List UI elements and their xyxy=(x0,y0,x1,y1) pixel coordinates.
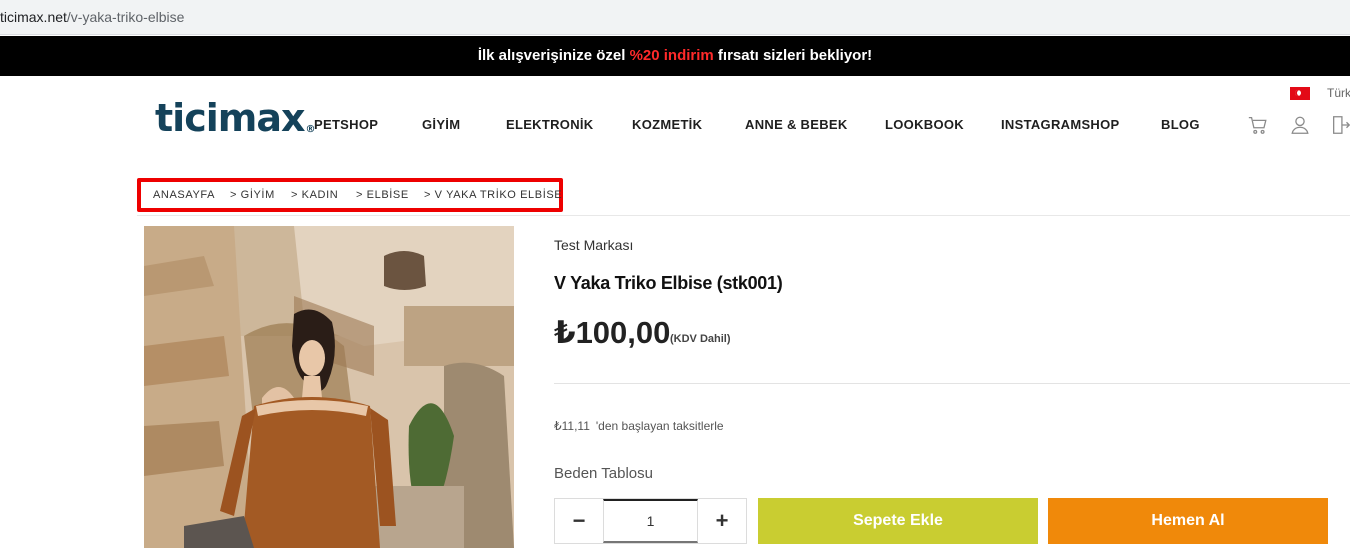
address-url[interactable]: ticimax.net/v-yaka-triko-elbise xyxy=(0,9,184,25)
installment-info: ₺11,11 'den başlayan taksitlerle xyxy=(554,419,724,433)
nav-item-kozmetik[interactable]: KOZMETİK xyxy=(632,117,702,132)
breadcrumb-kadin[interactable]: > KADIN xyxy=(291,189,338,201)
language-selector[interactable]: Türk xyxy=(1327,86,1350,100)
promo-text-start: İlk alışverişinize özel xyxy=(477,47,630,64)
product-title: V Yaka Triko Elbise (stk001) xyxy=(554,273,783,293)
promo-highlight: %20 indirim xyxy=(629,47,714,64)
logo-text: ticimax xyxy=(155,96,305,140)
quantity-input[interactable] xyxy=(603,499,698,543)
url-domain: ticimax.net xyxy=(0,9,67,25)
nav-item-petshop[interactable]: PETSHOP xyxy=(314,117,378,132)
quantity-increase-button[interactable]: + xyxy=(698,499,746,543)
quantity-decrease-button[interactable]: − xyxy=(555,499,603,543)
turkey-flag-icon[interactable] xyxy=(1290,87,1310,100)
nav-item-lookbook[interactable]: LOOKBOOK xyxy=(885,117,964,132)
breadcrumb: ANASAYFA > GİYİM > KADIN > ELBİSE > V YA… xyxy=(137,178,563,212)
nav-item-blog[interactable]: BLOG xyxy=(1161,117,1200,132)
promo-banner: İlk alışverişinize özel %20 indirim fırs… xyxy=(0,36,1350,76)
product-image[interactable] xyxy=(144,226,514,548)
breadcrumb-current-product: > V YAKA TRİKO ELBİSE xyxy=(424,189,563,201)
nav-item-giyim[interactable]: GİYİM xyxy=(422,117,460,132)
price-divider xyxy=(554,383,1350,384)
installment-text: 'den başlayan taksitlerle xyxy=(595,419,724,433)
buy-now-button[interactable]: Hemen Al xyxy=(1048,498,1328,544)
url-path: /v-yaka-triko-elbise xyxy=(66,9,185,25)
size-table-link[interactable]: Beden Tablosu xyxy=(554,465,653,482)
nav-item-anne-bebek[interactable]: ANNE & BEBEK xyxy=(745,117,848,132)
breadcrumb-giyim[interactable]: > GİYİM xyxy=(230,189,275,201)
breadcrumb-home[interactable]: ANASAYFA xyxy=(153,189,215,201)
product-price: ₺100,00 xyxy=(554,315,671,350)
quantity-stepper: − + xyxy=(554,498,747,544)
product-photo xyxy=(144,226,514,548)
user-icon[interactable] xyxy=(1289,114,1311,136)
promo-text-end: fırsatı sizleri bekliyor! xyxy=(713,47,873,64)
installment-amount: ₺11,11 xyxy=(554,419,590,433)
nav-item-instagramshop[interactable]: INSTAGRAMSHOP xyxy=(1001,117,1120,132)
product-brand[interactable]: Test Markası xyxy=(554,237,633,253)
vat-included-label: (KDV Dahil) xyxy=(670,333,731,345)
cart-icon[interactable] xyxy=(1247,114,1269,136)
browser-address-bar[interactable]: ticimax.net/v-yaka-triko-elbise xyxy=(0,0,1350,35)
breadcrumb-divider xyxy=(137,215,1350,216)
logout-icon[interactable] xyxy=(1330,114,1350,136)
add-to-cart-button[interactable]: Sepete Ekle xyxy=(758,498,1038,544)
nav-item-elektronik[interactable]: ELEKTRONİK xyxy=(506,117,594,132)
site-logo[interactable]: ticimax® xyxy=(155,96,316,142)
breadcrumb-elbise[interactable]: > ELBİSE xyxy=(356,189,409,201)
